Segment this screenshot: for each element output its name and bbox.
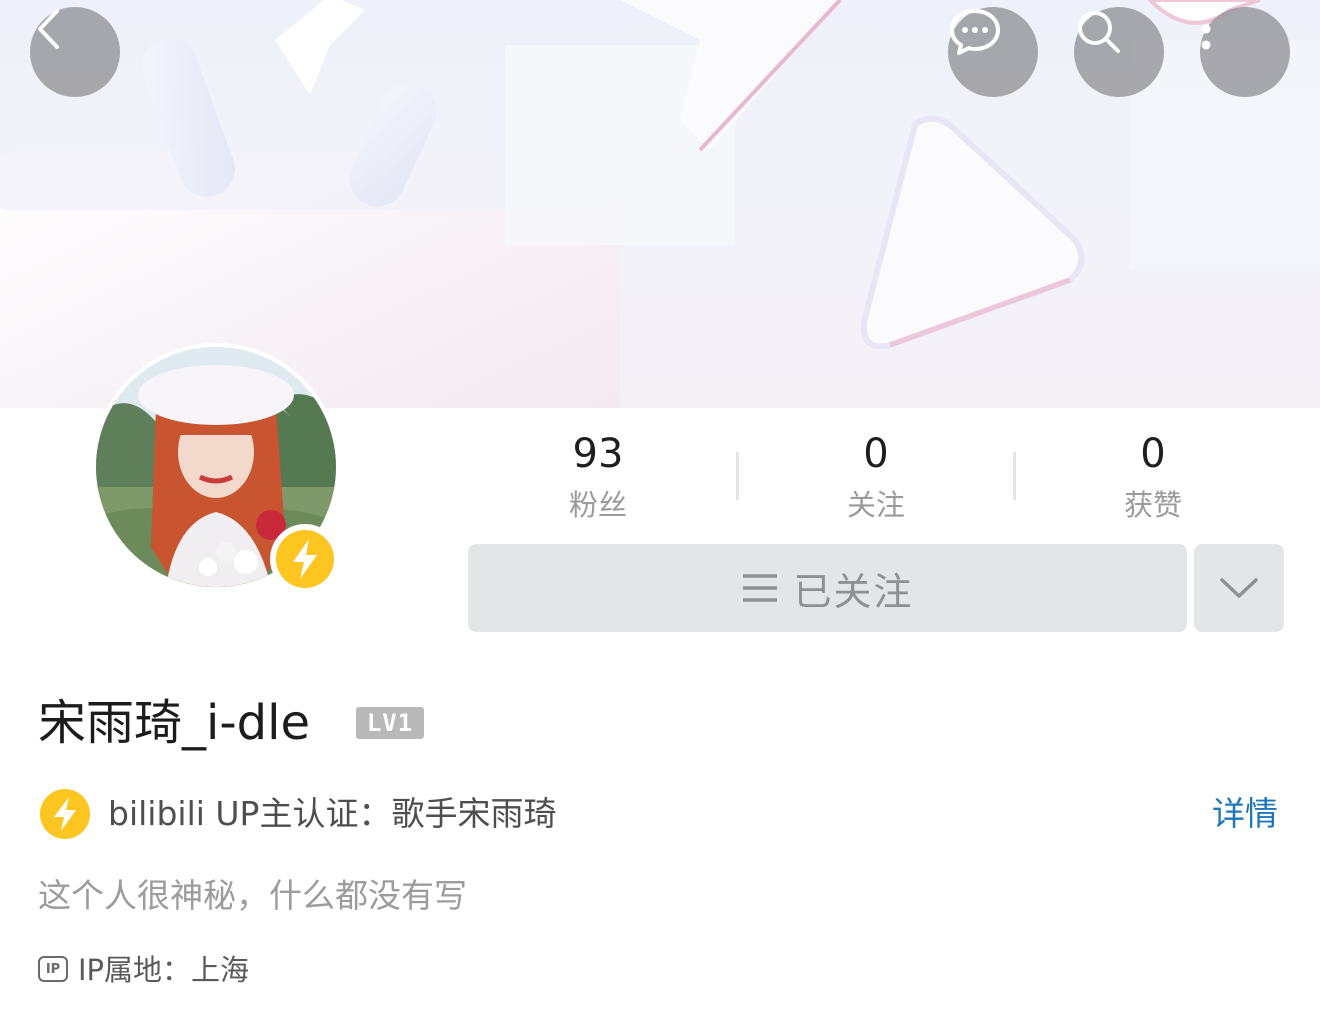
certification-icon bbox=[40, 789, 90, 839]
stat-divider bbox=[1013, 452, 1016, 500]
lightning-icon bbox=[276, 530, 334, 588]
search-icon bbox=[1078, 11, 1120, 53]
chevron-down-icon bbox=[1220, 578, 1258, 598]
ip-icon: IP bbox=[38, 956, 68, 982]
more-vertical-icon bbox=[1201, 8, 1211, 50]
profile-page: 93 粉丝 0 关注 0 获赞 已关注 宋雨琦_i-dle LV1 bilibi… bbox=[0, 0, 1320, 1010]
followed-label: 已关注 bbox=[793, 569, 914, 614]
stat-divider bbox=[736, 452, 739, 500]
following-count: 0 bbox=[863, 431, 889, 477]
message-button[interactable] bbox=[948, 7, 1038, 97]
ip-icon-label: IP bbox=[45, 961, 61, 977]
fans-label: 粉丝 bbox=[568, 488, 627, 522]
stat-likes: 0 获赞 bbox=[1053, 428, 1253, 526]
stat-following[interactable]: 0 关注 bbox=[776, 428, 976, 526]
certification-text: bilibili UP主认证：歌手宋雨琦 bbox=[108, 794, 557, 833]
stat-fans[interactable]: 93 粉丝 bbox=[498, 428, 698, 526]
search-button[interactable] bbox=[1074, 7, 1164, 97]
detail-link[interactable]: 详情 bbox=[1212, 790, 1278, 838]
more-button[interactable] bbox=[1200, 7, 1290, 97]
fans-count: 93 bbox=[572, 431, 624, 477]
verified-badge bbox=[270, 524, 340, 594]
likes-label: 获赞 bbox=[1123, 488, 1182, 522]
chevron-left-icon bbox=[38, 9, 59, 49]
level-badge: LV1 bbox=[356, 707, 424, 739]
lightning-icon bbox=[54, 797, 76, 831]
username: 宋雨琦_i-dle bbox=[38, 695, 310, 751]
more-options-dropdown[interactable] bbox=[1194, 544, 1284, 632]
level-text: LV1 bbox=[366, 709, 414, 737]
ip-location: IP属地：上海 bbox=[78, 953, 250, 987]
likes-count: 0 bbox=[1140, 431, 1166, 477]
following-label: 关注 bbox=[846, 488, 905, 522]
bio-text: 这个人很神秘，什么都没有写 bbox=[38, 876, 467, 915]
menu-lines-icon bbox=[743, 574, 778, 602]
chat-bubble-icon bbox=[950, 9, 1000, 55]
back-button[interactable] bbox=[30, 7, 120, 97]
followed-button[interactable]: 已关注 bbox=[468, 544, 1187, 632]
